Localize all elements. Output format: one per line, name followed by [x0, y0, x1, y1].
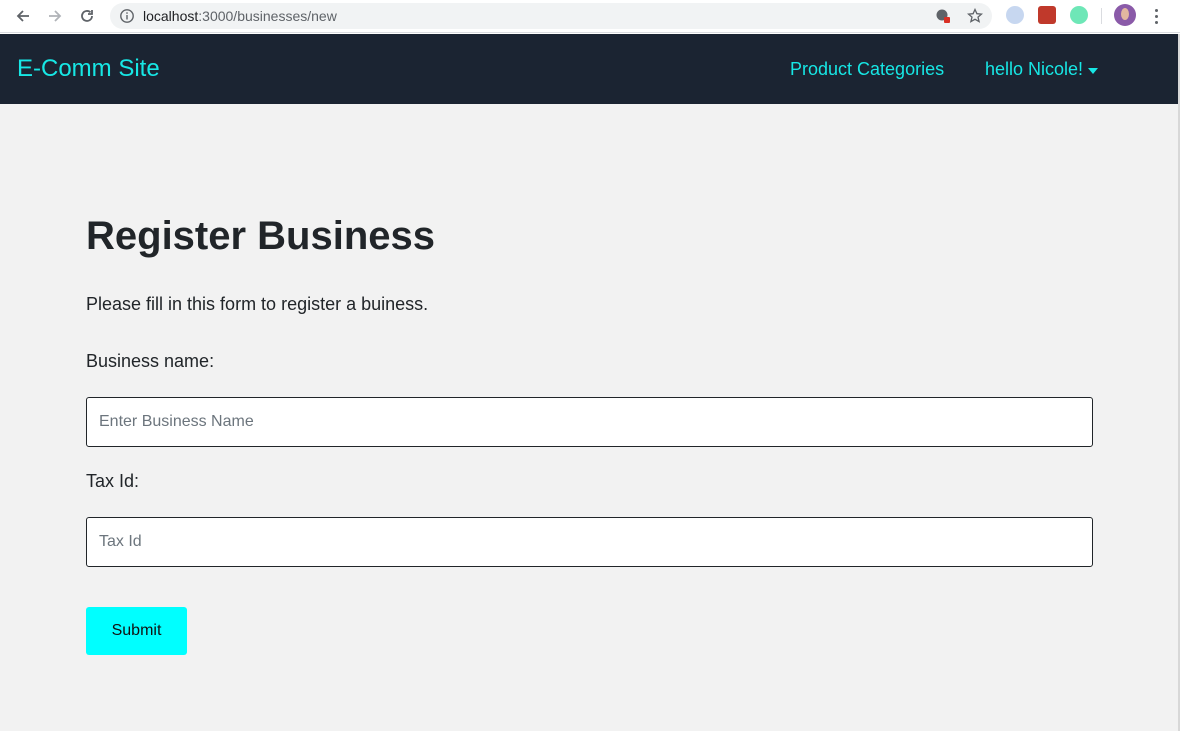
- forward-arrow-icon: [49, 10, 62, 22]
- address-bar[interactable]: localhost:3000/businesses/new: [110, 3, 992, 29]
- tax-id-label: Tax Id:: [86, 471, 140, 491]
- user-menu-label: hello Nicole!: [985, 59, 1084, 79]
- profile-avatar[interactable]: [1114, 4, 1136, 26]
- back-button[interactable]: [12, 5, 34, 27]
- form-description: Please fill in this form to register a b…: [86, 294, 429, 314]
- back-arrow-icon: [16, 10, 29, 22]
- url-text: localhost:3000/businesses/new: [143, 8, 337, 24]
- url-path: :3000/businesses/new: [198, 8, 337, 24]
- page-title: Register Business: [86, 214, 436, 258]
- forward-button[interactable]: [44, 5, 66, 27]
- app-navbar: E-Comm Site Product Categories hello Nic…: [0, 34, 1178, 104]
- extension-green-icon[interactable]: [1070, 6, 1088, 24]
- browser-toolbar: localhost:3000/businesses/new: [0, 0, 1180, 33]
- business-name-label: Business name:: [86, 351, 215, 371]
- business-name-input[interactable]: [86, 397, 1093, 447]
- extension-compass-icon[interactable]: [1006, 6, 1024, 24]
- browser-menu-icon[interactable]: [1150, 6, 1162, 26]
- caret-down-icon: [1088, 67, 1099, 74]
- extension-red-icon[interactable]: [1038, 6, 1056, 24]
- info-icon[interactable]: [119, 8, 135, 24]
- bookmark-star-icon[interactable]: [966, 7, 984, 25]
- user-menu-dropdown[interactable]: hello Nicole!: [985, 59, 1099, 80]
- toolbar-separator: [1101, 8, 1102, 24]
- brand-link[interactable]: E-Comm Site: [17, 55, 160, 83]
- reload-button[interactable]: [76, 5, 98, 27]
- nav-product-categories-link[interactable]: Product Categories: [790, 59, 944, 80]
- main-content: Register Business Please fill in this fo…: [0, 104, 1178, 731]
- reload-icon: [81, 10, 93, 22]
- tax-id-input[interactable]: [86, 517, 1093, 567]
- url-host: localhost: [143, 8, 199, 24]
- submit-button[interactable]: Submit: [86, 607, 187, 655]
- translate-blocked-icon[interactable]: [934, 7, 952, 25]
